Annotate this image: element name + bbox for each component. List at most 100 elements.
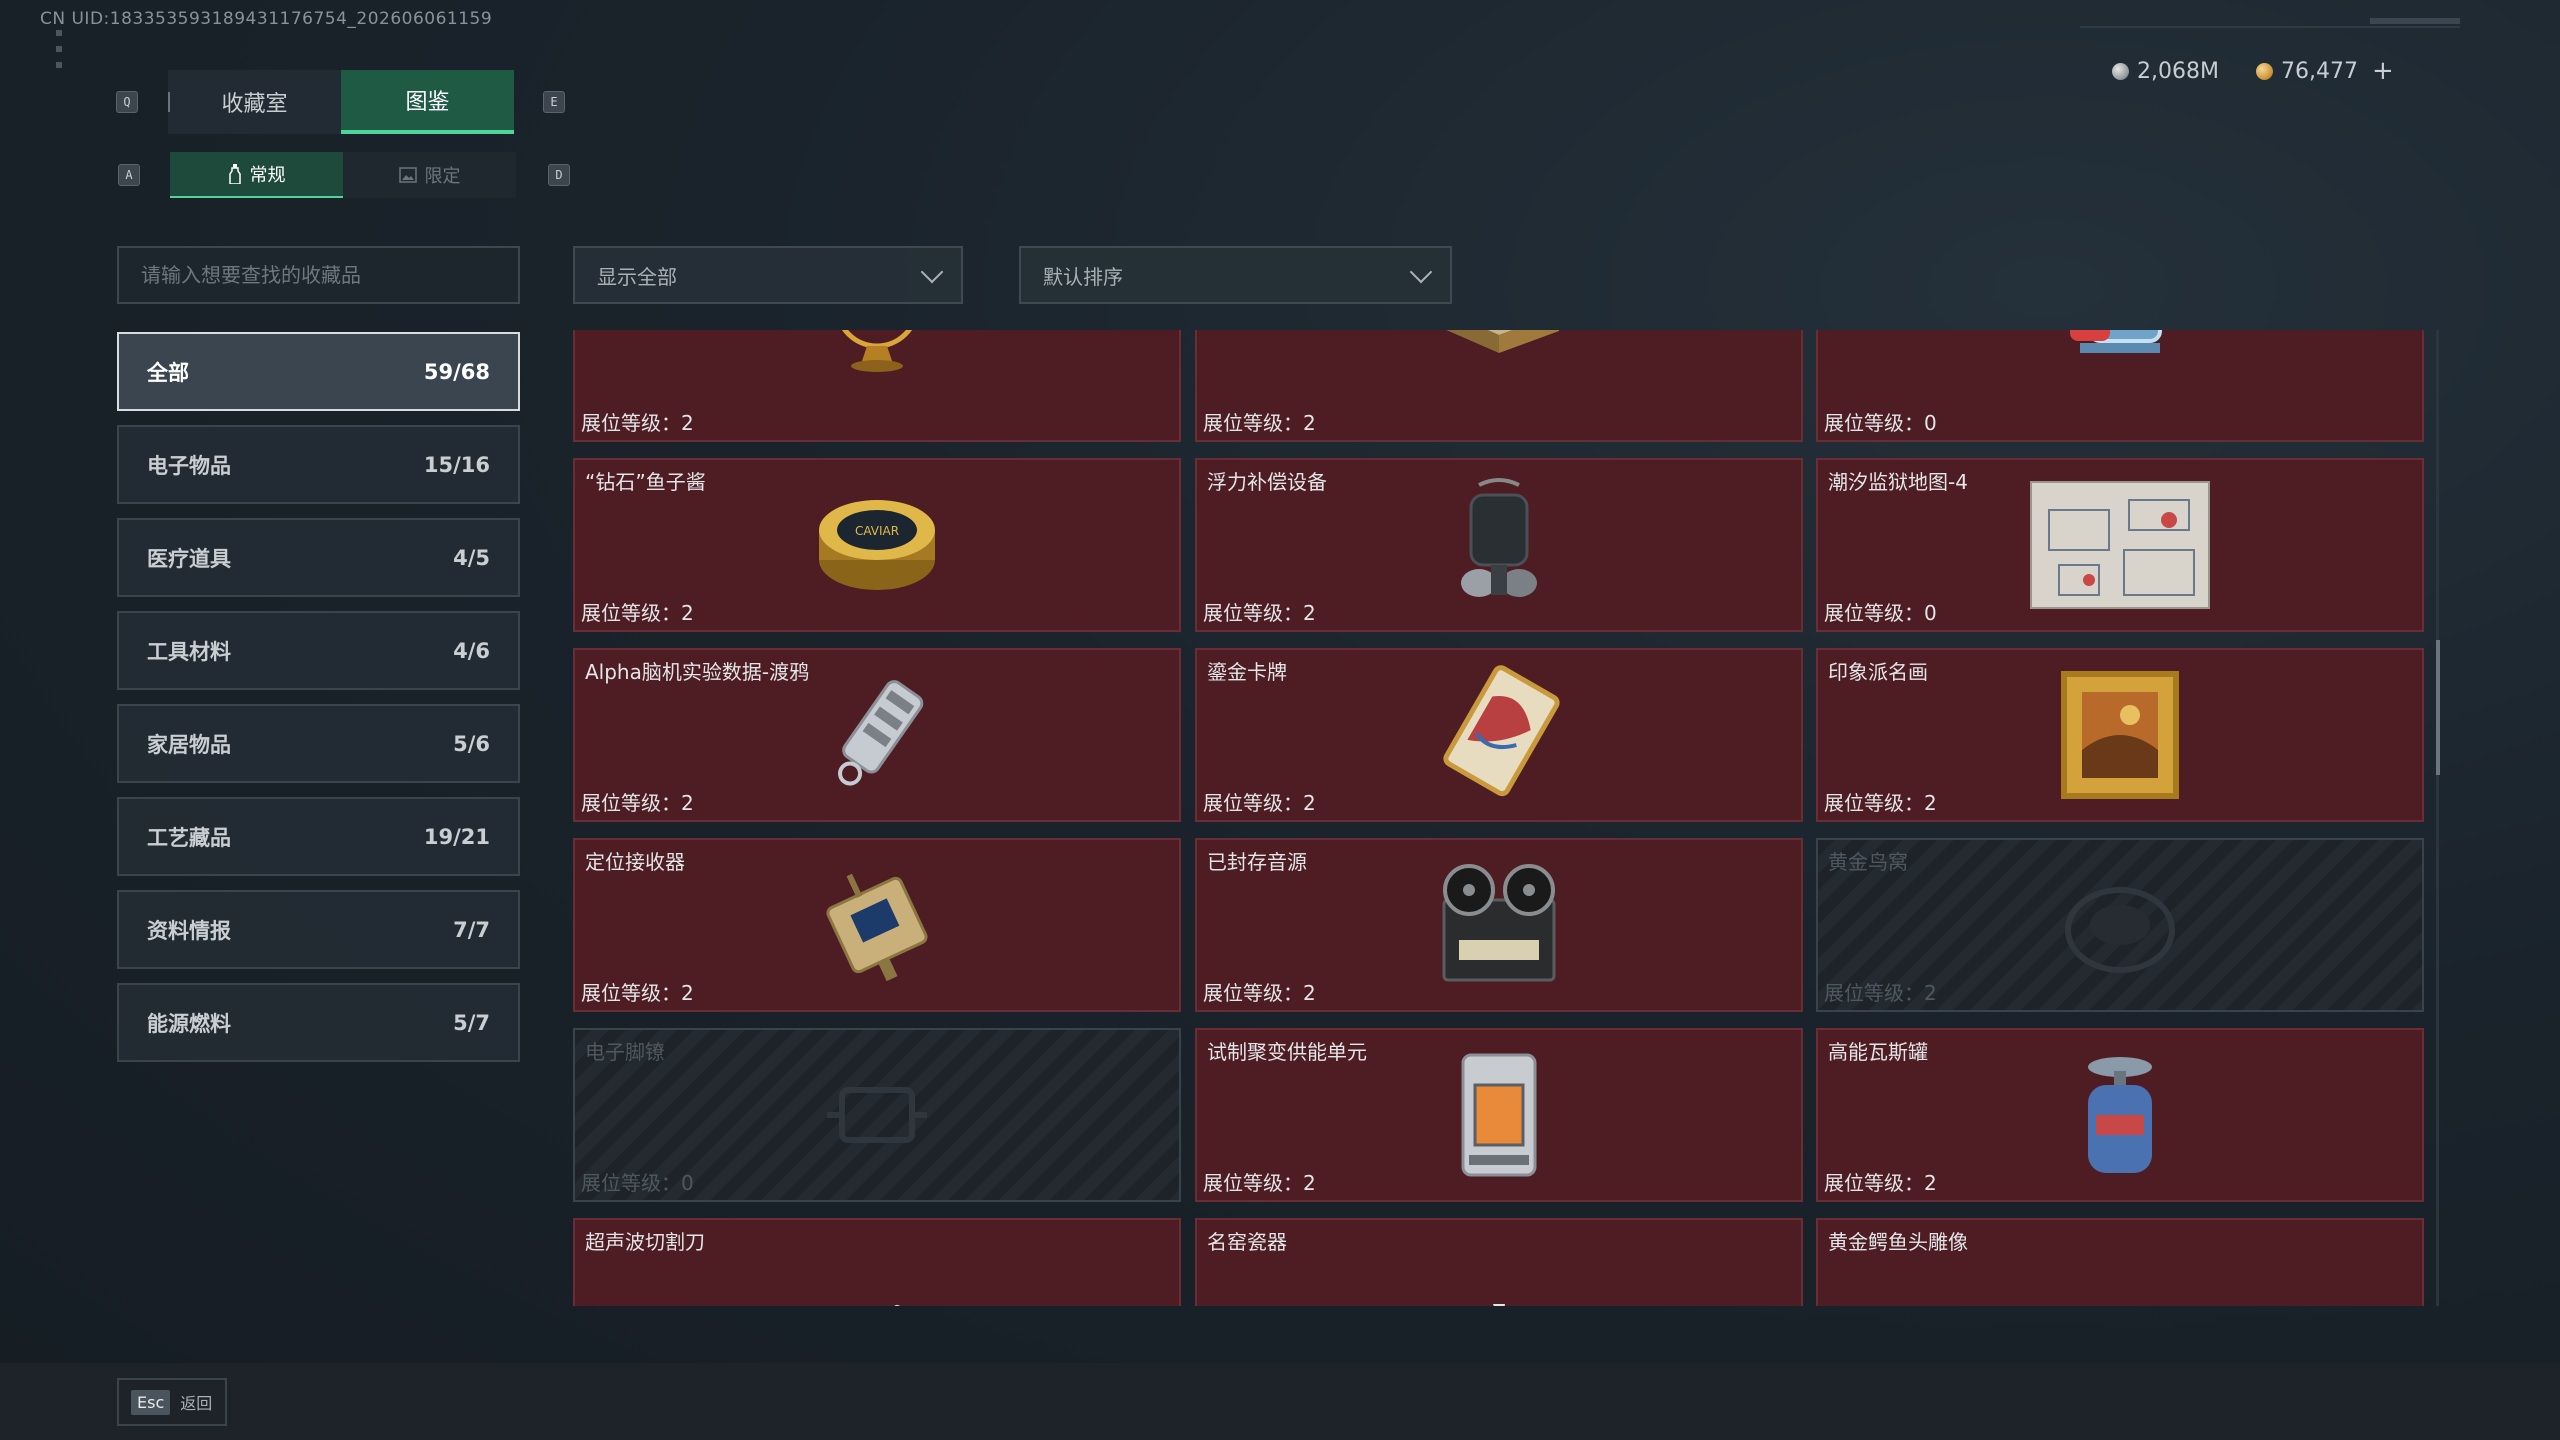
tab-separator [168, 92, 170, 112]
category-electronics[interactable]: 电子物品 15/16 [117, 425, 520, 504]
item-card[interactable]: 展位等级：0 [1816, 330, 2424, 442]
item-card[interactable]: “钻石”鱼子酱 CAVIAR 展位等级：2 [573, 458, 1181, 632]
item-card-locked[interactable]: 电子脚镣 展位等级：0 [573, 1028, 1181, 1202]
item-card[interactable]: 黄金鳄鱼头雕像 [1816, 1218, 2424, 1306]
item-name: 超声波切割刀 [585, 1230, 705, 1254]
silver-coin-icon [2112, 62, 2129, 80]
category-medical[interactable]: 医疗道具 4/5 [117, 518, 520, 597]
key-q-hint: Q [116, 91, 138, 113]
booth-level: 展位等级：2 [1203, 1171, 1316, 1195]
bird-nest-icon [2065, 887, 2175, 973]
fusion-cell-icon [1461, 1053, 1537, 1177]
item-card[interactable]: 名窑瓷器 [1195, 1218, 1803, 1306]
gold-coin-icon [2256, 62, 2273, 80]
search-box[interactable] [117, 246, 520, 304]
gold-currency: 76,477 + [2256, 56, 2394, 86]
category-count: 4/5 [453, 545, 490, 570]
category-tools[interactable]: 工具材料 4/6 [117, 611, 520, 690]
item-card[interactable]: 鎏金卡牌 展位等级：2 [1195, 648, 1803, 822]
key-a-hint: A [118, 164, 140, 186]
scrollbar-thumb[interactable] [2436, 640, 2440, 775]
back-button[interactable]: Esc 返回 [117, 1378, 227, 1426]
subtab-label: 常规 [249, 165, 286, 186]
chevron-down-icon [921, 264, 943, 286]
booth-level: 展位等级：2 [581, 601, 694, 625]
booth-level: 展位等级：2 [1203, 791, 1316, 815]
category-household[interactable]: 家居物品 5/6 [117, 704, 520, 783]
top-decoration [2080, 26, 2460, 28]
armillary-sphere-icon [841, 330, 913, 372]
silver-amount: 2,068M [2137, 58, 2219, 84]
item-name: 高能瓦斯罐 [1828, 1040, 1928, 1064]
item-card[interactable]: 浮力补偿设备 展位等级：2 [1195, 458, 1803, 632]
main-tabs: 收藏室 图鉴 [168, 70, 514, 134]
category-list: 全部 59/68 电子物品 15/16 医疗道具 4/5 工具材料 4/6 家居… [117, 332, 520, 1076]
add-currency-button[interactable]: + [2372, 56, 2394, 86]
booth-level: 展位等级：2 [1824, 981, 1937, 1005]
subtab-limited[interactable]: 限定 [343, 152, 516, 198]
booth-level: 展位等级：0 [581, 1171, 694, 1195]
tape-recorder-icon [1442, 864, 1556, 982]
show-filter-dropdown[interactable]: 显示全部 [573, 246, 963, 304]
sort-dropdown[interactable]: 默认排序 [1019, 246, 1452, 304]
category-all[interactable]: 全部 59/68 [117, 332, 520, 411]
ankle-monitor-icon [827, 1087, 927, 1143]
category-name: 医疗道具 [147, 546, 231, 571]
tab-collection-room[interactable]: 收藏室 [168, 70, 341, 134]
booth-level: 展位等级：2 [1824, 791, 1937, 815]
category-count: 5/7 [453, 1010, 490, 1035]
item-name: 黄金鳄鱼头雕像 [1828, 1230, 1968, 1254]
item-card[interactable]: Alpha脑机实验数据-渡鸦 展位等级：2 [573, 648, 1181, 822]
category-energy[interactable]: 能源燃料 5/7 [117, 983, 520, 1062]
search-input[interactable] [141, 263, 518, 287]
item-card[interactable]: 展位等级：2 [1195, 330, 1803, 442]
svg-text:CAVIAR: CAVIAR [855, 524, 899, 538]
subtab-label: 限定 [424, 166, 461, 187]
item-name: 已封存音源 [1207, 850, 1307, 874]
show-filter-value: 显示全部 [597, 264, 677, 289]
key-e-hint: E [543, 91, 565, 113]
back-label: 返回 [180, 1394, 213, 1413]
item-card-locked[interactable]: 黄金鸟窝 展位等级：2 [1816, 838, 2424, 1012]
item-name: 浮力补偿设备 [1207, 470, 1327, 494]
booth-level: 展位等级：2 [581, 411, 694, 435]
category-count: 7/7 [453, 917, 490, 942]
bottle-icon [228, 164, 241, 184]
item-card[interactable]: 潮汐监狱地图-4 展位等级：0 [1816, 458, 2424, 632]
booth-level: 展位等级：0 [1824, 601, 1937, 625]
scrollbar-track[interactable] [2436, 330, 2439, 1306]
croc-statue-icon [2055, 1299, 2185, 1306]
booth-level: 展位等级：2 [581, 981, 694, 1005]
category-count: 15/16 [423, 452, 490, 477]
item-card[interactable]: 展位等级：2 [573, 330, 1181, 442]
category-intel[interactable]: 资料情报 7/7 [117, 890, 520, 969]
chess-box-icon [1446, 330, 1559, 353]
chevron-down-icon [1410, 264, 1432, 286]
painting-icon [2061, 671, 2179, 799]
porcelain-icon [1493, 1304, 1505, 1306]
item-card[interactable]: 印象派名画 展位等级：2 [1816, 648, 2424, 822]
image-icon [398, 167, 417, 183]
item-card[interactable]: 定位接收器 展位等级：2 [573, 838, 1181, 1012]
item-name: Alpha脑机实验数据-渡鸦 [585, 660, 810, 684]
esc-key-hint: Esc [131, 1389, 171, 1415]
category-crafts[interactable]: 工艺藏品 19/21 [117, 797, 520, 876]
item-card[interactable]: 试制聚变供能单元 展位等级：2 [1195, 1028, 1803, 1202]
tab-label: 图鉴 [405, 90, 450, 115]
item-card[interactable]: 超声波切割刀 [573, 1218, 1181, 1306]
subtab-regular[interactable]: 常规 [170, 152, 343, 198]
category-name: 工艺藏品 [147, 825, 231, 850]
booth-level: 展位等级：2 [581, 791, 694, 815]
category-count: 19/21 [423, 824, 490, 849]
gold-amount: 76,477 [2281, 58, 2358, 84]
tab-catalog[interactable]: 图鉴 [341, 70, 514, 134]
item-name: 潮汐监狱地图-4 [1828, 470, 1968, 494]
tab-label: 收藏室 [221, 92, 288, 117]
booth-level: 展位等级：0 [1824, 411, 1937, 435]
data-drive-icon [838, 680, 924, 786]
item-card[interactable]: 高能瓦斯罐 展位等级：2 [1816, 1028, 2424, 1202]
item-card[interactable]: 已封存音源 展位等级：2 [1195, 838, 1803, 1012]
receiver-icon [826, 873, 928, 982]
category-name: 工具材料 [147, 639, 231, 664]
category-count: 4/6 [453, 638, 490, 663]
